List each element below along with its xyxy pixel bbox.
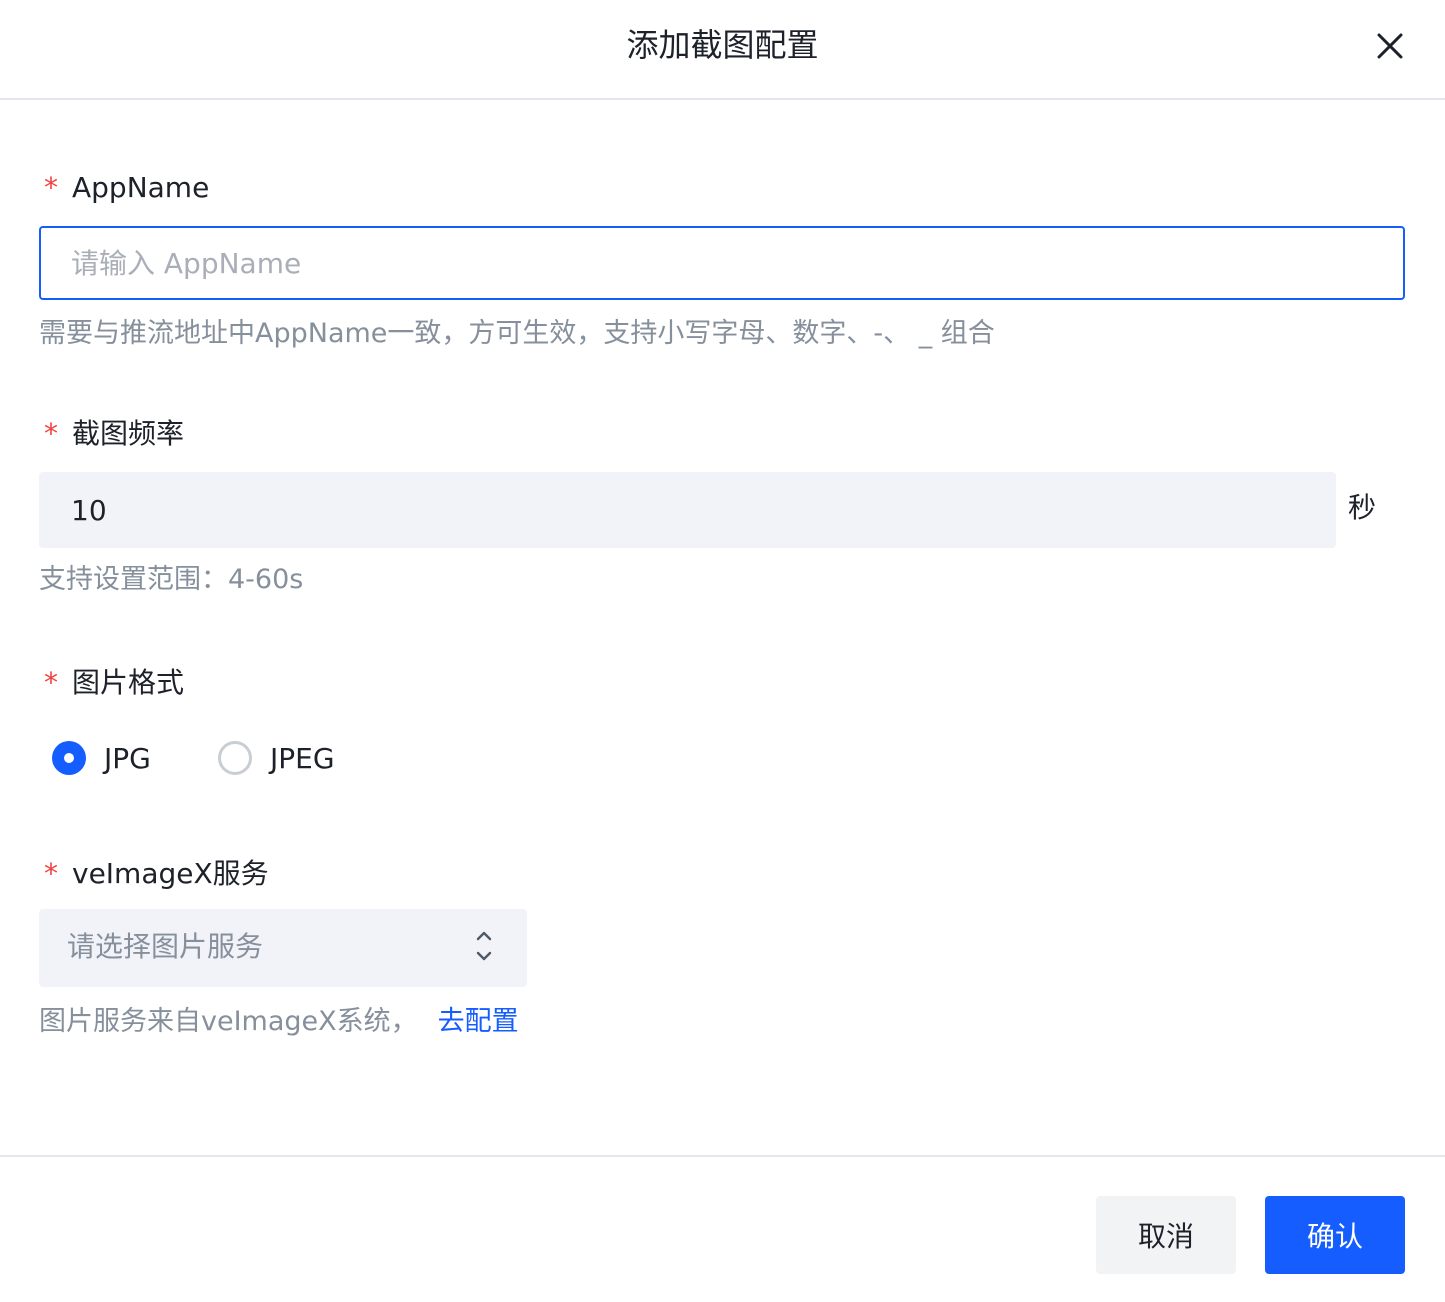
service-hint: 图片服务来自veImageX系统， 去配置 [39,1002,519,1042]
select-up-down-icon [476,931,492,961]
appname-label-text: AppName [72,171,210,204]
required-mark: * [44,171,58,204]
frequency-hint: 支持设置范围：4-60s [39,564,304,595]
service-label: * veImageX服务 [44,854,269,894]
frequency-input[interactable] [39,472,1336,548]
required-mark: * [44,666,58,699]
format-label: * 图片格式 [44,663,184,703]
required-mark: * [44,417,58,450]
format-label-text: 图片格式 [72,666,185,699]
radio-jpeg-label: JPEG [270,741,335,775]
add-screenshot-config-dialog: 添加截图配置 * AppName 需要与推流地址中AppName一致，方可生效，支… [0,0,1445,1302]
radio-checked-icon [52,741,86,775]
frequency-unit: 秒 [1348,491,1377,524]
frequency-label-text: 截图频率 [72,417,185,450]
dialog-header: 添加截图配置 [0,0,1445,100]
service-label-text: veImageX服务 [72,857,269,890]
cancel-button[interactable]: 取消 [1096,1196,1236,1274]
appname-label: * AppName [44,168,209,208]
close-button[interactable] [1370,26,1410,66]
required-mark: * [44,857,58,890]
frequency-label: * 截图频率 [44,414,184,454]
radio-unchecked-icon [218,741,252,775]
service-select[interactable]: 请选择图片服务 [39,909,527,987]
service-hint-text: 图片服务来自veImageX系统， [39,1006,418,1037]
confirm-button[interactable]: 确认 [1265,1196,1405,1274]
dialog-title: 添加截图配置 [626,26,819,64]
radio-jpg[interactable]: JPG [52,738,151,778]
radio-jpg-label: JPG [104,741,151,775]
radio-jpeg[interactable]: JPEG [218,738,335,778]
appname-input[interactable] [39,226,1405,300]
service-select-placeholder: 请选择图片服务 [67,930,264,963]
appname-hint: 需要与推流地址中AppName一致，方可生效，支持小写字母、数字、-、 _ 组合 [39,318,995,349]
go-configure-link[interactable]: 去配置 [438,1006,519,1037]
close-icon [1377,33,1403,59]
